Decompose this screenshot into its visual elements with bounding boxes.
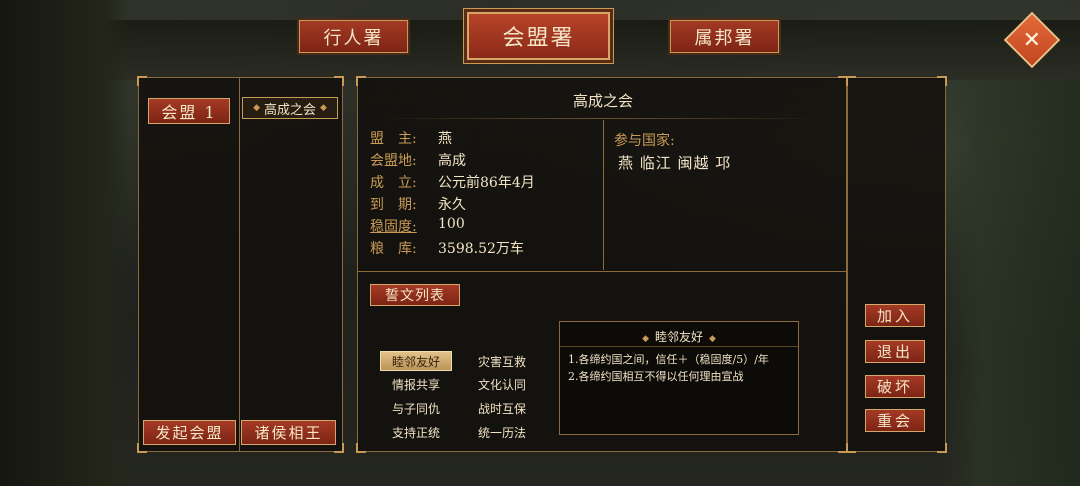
info-value: 100 — [438, 216, 465, 232]
oath-description-text: 1.各缔约国之间，信任＋（稳固度/5）/年 2.各缔约国相互不得以任何理由宣战 — [568, 352, 792, 386]
info-value: 永久 — [438, 197, 466, 213]
close-icon: ✕ — [1022, 27, 1042, 53]
oath-item-wartime-defense[interactable]: 战时互保 — [466, 398, 538, 418]
diamond-icon: ◆ — [642, 334, 649, 344]
info-label: 粮 库: — [370, 241, 417, 257]
oath-description-title: ◆ 睦邻友好 ◆ — [560, 328, 798, 345]
diamond-icon: ◆ — [709, 334, 716, 344]
info-label: 盟 主: — [370, 131, 417, 147]
oath-item-intel-sharing[interactable]: 情报共享 — [380, 374, 452, 394]
alliance-list-item[interactable]: ◆ 高成之会 ◆ — [242, 97, 338, 119]
diamond-icon: ◆ — [320, 103, 327, 113]
diamond-icon: ◆ — [253, 103, 260, 113]
oath-list-tab[interactable]: 誓文列表 — [370, 284, 460, 306]
info-value: 燕 — [438, 131, 452, 147]
left-panel-divider — [239, 78, 240, 451]
info-row-location: 会盟地: 高成 — [370, 150, 466, 172]
stability-info-link[interactable]: 稳固度: — [370, 216, 430, 238]
oath-description-line: 2.各缔约国相互不得以任何理由宣战 — [568, 370, 744, 383]
info-label: 到 期: — [370, 197, 417, 213]
join-button[interactable]: 加入 — [865, 304, 925, 327]
alliance-count-tab[interactable]: 会盟 1 — [148, 98, 230, 124]
alliance-list-item-label: 高成之会 — [263, 102, 316, 118]
background-tree-right — [940, 80, 1080, 486]
title-divider — [378, 118, 826, 119]
info-row-founded: 成 立: 公元前86年4月 — [370, 172, 535, 194]
oath-item-cultural-identity[interactable]: 文化认同 — [466, 374, 538, 394]
info-row-expiry: 到 期: 永久 — [370, 194, 466, 216]
info-value: 公元前86年4月 — [438, 175, 535, 191]
alliance-detail-panel: 高成之会 盟 主: 燕 会盟地: 高成 成 立: 公元前86年4月 到 期: 永… — [356, 76, 848, 453]
info-label: 成 立: — [370, 175, 417, 191]
leave-button[interactable]: 退出 — [865, 340, 925, 363]
alliance-list-panel — [137, 76, 344, 453]
oath-item-unified-calendar[interactable]: 统一历法 — [466, 422, 538, 442]
oath-item-good-neighbor[interactable]: 睦邻友好 — [380, 351, 452, 371]
info-row-leader: 盟 主: 燕 — [370, 128, 452, 150]
member-countries-label: 参与国家: — [614, 133, 675, 149]
alliance-title: 高成之会 — [572, 92, 633, 110]
tab-alliance-office[interactable]: 会盟署 — [467, 12, 610, 60]
background-tree-left — [0, 0, 130, 486]
info-horizontal-divider — [358, 271, 846, 272]
info-label: 会盟地: — [370, 153, 417, 169]
oath-item-disaster-relief[interactable]: 灾害互救 — [466, 351, 538, 371]
member-countries-list: 燕 临江 闽越 邛 — [618, 154, 732, 172]
info-value: 3598.52万车 — [438, 241, 524, 257]
sabotage-button[interactable]: 破坏 — [865, 375, 925, 398]
oath-description-box: ◆ 睦邻友好 ◆ 1.各缔约国之间，信任＋（稳固度/5）/年 2.各缔约国相互不得以… — [559, 321, 799, 435]
oath-item-support-orthodoxy[interactable]: 支持正统 — [380, 422, 452, 442]
info-row-stability: 稳固度: 100 — [370, 216, 465, 238]
info-value: 高成 — [438, 153, 466, 169]
tab-envoy-office[interactable]: 行人署 — [297, 18, 410, 55]
reconvene-button[interactable]: 重会 — [865, 409, 925, 432]
oath-description-divider — [560, 346, 798, 347]
initiate-alliance-button[interactable]: 发起会盟 — [143, 420, 236, 445]
oath-description-line: 1.各缔约国之间，信任＋（稳固度/5）/年 — [568, 353, 769, 366]
oath-description-title-text: 睦邻友好 — [654, 330, 703, 344]
lords-proclaim-king-button[interactable]: 诸侯相王 — [241, 420, 336, 445]
info-vertical-divider — [603, 120, 604, 270]
info-row-granary: 粮 库: 3598.52万车 — [370, 238, 524, 260]
oath-item-common-enemy[interactable]: 与子同仇 — [380, 398, 452, 418]
tab-vassal-office[interactable]: 属邦署 — [668, 18, 781, 55]
